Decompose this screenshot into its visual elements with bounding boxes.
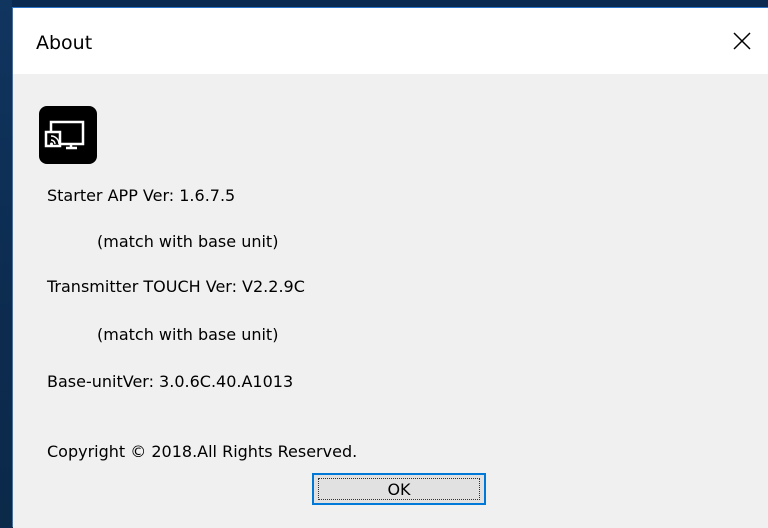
starter-version-label: Starter APP Ver: 1.6.7.5 — [47, 186, 236, 205]
transmitter-match-note: (match with base unit) — [97, 325, 279, 344]
close-button[interactable] — [716, 8, 768, 74]
dialog-title: About — [36, 32, 93, 54]
base-unit-version-label: Base-unitVer: 3.0.6C.40.A1013 — [47, 372, 294, 391]
ok-focus-rect: OK — [318, 478, 480, 500]
about-dialog: About Starter APP Ver: 1.6.7.5 (match wi… — [12, 7, 768, 528]
starter-match-note: (match with base unit) — [97, 232, 279, 251]
ok-button[interactable]: OK — [312, 473, 486, 505]
transmitter-version-label: Transmitter TOUCH Ver: V2.2.9C — [47, 277, 305, 296]
copyright-text: Copyright © 2018.All Rights Reserved. — [47, 442, 358, 461]
ok-button-label: OK — [387, 479, 411, 499]
screen-cast-icon — [39, 106, 97, 164]
desktop-background — [0, 0, 12, 527]
title-bar: About — [13, 8, 768, 74]
close-icon — [733, 32, 751, 50]
